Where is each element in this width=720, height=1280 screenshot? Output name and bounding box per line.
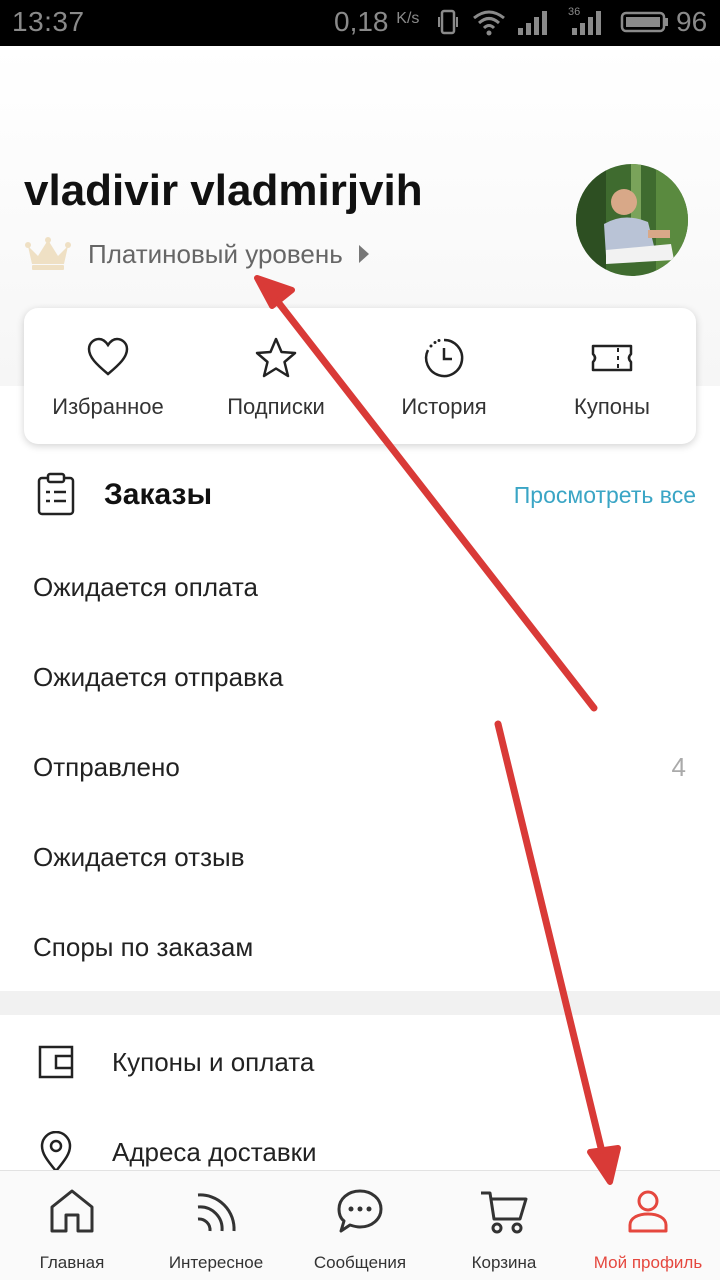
battery-icon — [620, 11, 668, 33]
chat-icon — [337, 1189, 383, 1233]
order-status-awaiting-shipment[interactable]: Ожидается отправка — [0, 632, 720, 722]
vibrate-icon — [438, 9, 458, 35]
quick-actions-card: Избранное Подписки История Купоны — [24, 308, 696, 444]
history-icon — [424, 338, 464, 378]
favorites-label: Избранное — [52, 394, 164, 419]
star-icon — [255, 337, 297, 378]
avatar[interactable] — [576, 164, 688, 276]
nav-cart[interactable]: Корзина — [432, 1171, 576, 1280]
signal-icon-2 — [572, 11, 601, 35]
order-status-shipped[interactable]: Отправлено 4 — [0, 722, 720, 812]
clipboard-icon — [37, 472, 75, 516]
nav-label: Мой профиль — [593, 1253, 703, 1272]
order-status-awaiting-review[interactable]: Ожидается отзыв — [0, 812, 720, 902]
signal-icon — [518, 11, 547, 35]
nav-label: Интересное — [168, 1253, 264, 1272]
order-status-awaiting-payment[interactable]: Ожидается оплата — [0, 542, 720, 632]
menu-item-label: Адреса доставки — [112, 1137, 317, 1167]
section-divider — [0, 991, 720, 1015]
level-label: Платиновый уровень — [88, 238, 343, 269]
profile-icon — [628, 1190, 668, 1233]
username: vladivir vladmirjvih — [24, 166, 423, 215]
order-status-label: Ожидается оплата — [33, 572, 258, 602]
network-speed: 0,18 K/s — [334, 6, 420, 37]
wifi-icon — [473, 10, 505, 36]
crown-icon — [25, 237, 71, 270]
order-status-disputes[interactable]: Споры по заказам — [0, 902, 720, 992]
coupon-icon — [591, 344, 633, 372]
menu-item-coupons-payment[interactable]: Купоны и оплата — [0, 1017, 720, 1107]
nav-label: Сообщения — [313, 1253, 407, 1272]
menu-item-label: Купоны и оплата — [112, 1047, 315, 1077]
nav-home[interactable]: Главная — [0, 1171, 144, 1280]
nav-label: Корзина — [471, 1253, 537, 1272]
avatar-photo — [576, 164, 688, 276]
status-time: 13:37 — [12, 6, 85, 37]
home-icon — [50, 1189, 94, 1233]
order-status-label: Ожидается отзыв — [33, 842, 245, 872]
orders-title: Заказы — [104, 478, 213, 511]
membership-level[interactable]: Платиновый уровень — [24, 232, 369, 276]
view-all-orders-link[interactable]: Просмотреть все — [514, 482, 696, 509]
order-status-label: Отправлено — [33, 752, 180, 782]
wallet-icon — [38, 1045, 74, 1079]
order-status-count: 4 — [671, 752, 686, 782]
heart-icon — [87, 337, 129, 376]
history-button[interactable]: История — [360, 308, 528, 444]
coupons-button[interactable]: Купоны — [528, 308, 696, 444]
order-status-label: Споры по заказам — [33, 932, 254, 962]
status-bar: 13:37 0,18 K/s 36 96 — [0, 0, 720, 46]
order-status-label: Ожидается отправка — [33, 662, 284, 692]
feed-icon — [197, 1193, 236, 1232]
nav-my-profile[interactable]: Мой профиль — [576, 1171, 720, 1280]
nav-feed[interactable]: Интересное — [144, 1171, 288, 1280]
nav-messages[interactable]: Сообщения — [288, 1171, 432, 1280]
nav-label: Главная — [39, 1253, 105, 1272]
history-label: История — [401, 394, 487, 419]
subscriptions-button[interactable]: Подписки — [192, 308, 360, 444]
orders-section-header: Заказы Просмотреть все — [0, 456, 720, 536]
location-pin-icon — [40, 1131, 72, 1173]
coupons-label: Купоны — [574, 394, 650, 419]
subscriptions-label: Подписки — [227, 394, 325, 419]
favorites-button[interactable]: Избранное — [24, 308, 192, 444]
cart-icon — [481, 1191, 528, 1234]
chevron-right-icon — [358, 245, 369, 263]
battery-level: 96 — [676, 6, 708, 37]
bottom-navigation: Главная Интересное Сообщения Корзина Мой… — [0, 1170, 720, 1280]
